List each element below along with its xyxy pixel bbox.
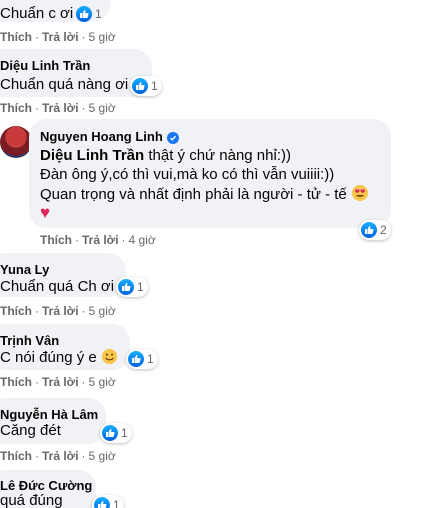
comment-actions: Thích · Trả lời · 5 giờ	[0, 449, 116, 463]
reaction-count[interactable]: 1	[116, 277, 148, 297]
timestamp[interactable]: 5 giờ	[89, 101, 116, 115]
comment-text: Diệu Linh Trần thật ý chứ nàng nhỉ:))	[40, 147, 291, 164]
reaction-count[interactable]: 2	[359, 220, 391, 240]
mention-link[interactable]: Diệu Linh Trần	[40, 147, 144, 164]
comment-author[interactable]: Diệu Linh Trần	[0, 58, 90, 73]
comment-author[interactable]: Nguyễn Hà Lâm	[0, 407, 98, 422]
like-icon	[76, 6, 92, 22]
avatar[interactable]	[0, 126, 32, 158]
comment-text: quá đúng	[0, 492, 63, 508]
reply-link[interactable]: Trả lời	[42, 30, 79, 44]
verified-badge-icon	[166, 132, 179, 144]
comment-text: Chuẩn quá nàng ơi	[0, 76, 129, 93]
like-link[interactable]: Thích	[0, 101, 32, 115]
smile-emoji-icon	[101, 348, 118, 370]
reaction-count[interactable]: 1	[126, 349, 158, 369]
reply-link[interactable]: Trả lời	[42, 449, 79, 463]
comment-actions: Thích · Trả lời · 5 giờ	[0, 101, 116, 115]
timestamp[interactable]: 5 giờ	[89, 375, 116, 389]
timestamp[interactable]: 5 giờ	[89, 304, 116, 318]
comment-text-line: Đàn ông ý,có thì vui,mà ko có thì vẫn vu…	[40, 166, 335, 183]
reply-link[interactable]: Trả lời	[82, 233, 119, 247]
comment-actions: Thích · Trả lời · 5 giờ	[0, 375, 116, 389]
like-link[interactable]: Thích	[40, 233, 72, 247]
like-link[interactable]: Thích	[0, 449, 32, 463]
comment-actions: Thích · Trả lời · 4 giờ	[40, 233, 156, 247]
reaction-count[interactable]: 1	[100, 423, 132, 443]
like-icon	[132, 78, 148, 94]
like-link[interactable]: Thích	[0, 30, 32, 44]
like-icon	[118, 279, 134, 295]
heart-icon: ♥	[40, 203, 51, 222]
comment-text: C nói đúng ý e	[0, 348, 118, 370]
comment-author[interactable]: Trịnh Vân	[0, 333, 59, 348]
comment-author[interactable]: Yuna Ly	[0, 262, 49, 277]
comment-actions: Thích · Trả lời · 5 giờ	[0, 30, 116, 44]
comment-text: Chuẩn c ơi	[0, 5, 74, 22]
reply-link[interactable]: Trả lời	[42, 304, 79, 318]
comment-actions: Thích · Trả lời · 5 giờ	[0, 304, 116, 318]
timestamp[interactable]: 5 giờ	[89, 30, 116, 44]
like-icon	[361, 222, 377, 238]
like-icon	[94, 497, 110, 508]
comment-author[interactable]: Nguyen Hoang Linh	[40, 129, 179, 144]
reaction-count[interactable]: 1	[76, 4, 102, 24]
timestamp[interactable]: 5 giờ	[89, 449, 116, 463]
like-icon	[128, 351, 144, 367]
reaction-count[interactable]: 1	[130, 76, 162, 96]
like-link[interactable]: Thích	[0, 375, 32, 389]
comment-text-line: Quan trọng và nhất định phải là người - …	[40, 184, 369, 207]
comment-text: Chuẩn quá Ch ơi	[0, 278, 115, 295]
heart-eyes-emoji-icon	[351, 184, 369, 207]
timestamp[interactable]: 4 giờ	[129, 233, 156, 247]
like-link[interactable]: Thích	[0, 304, 32, 318]
reply-link[interactable]: Trả lời	[42, 375, 79, 389]
comment-text: Căng đét	[0, 422, 61, 439]
like-icon	[102, 425, 118, 441]
reply-link[interactable]: Trả lời	[42, 101, 79, 115]
reaction-count[interactable]: 1	[92, 495, 124, 508]
